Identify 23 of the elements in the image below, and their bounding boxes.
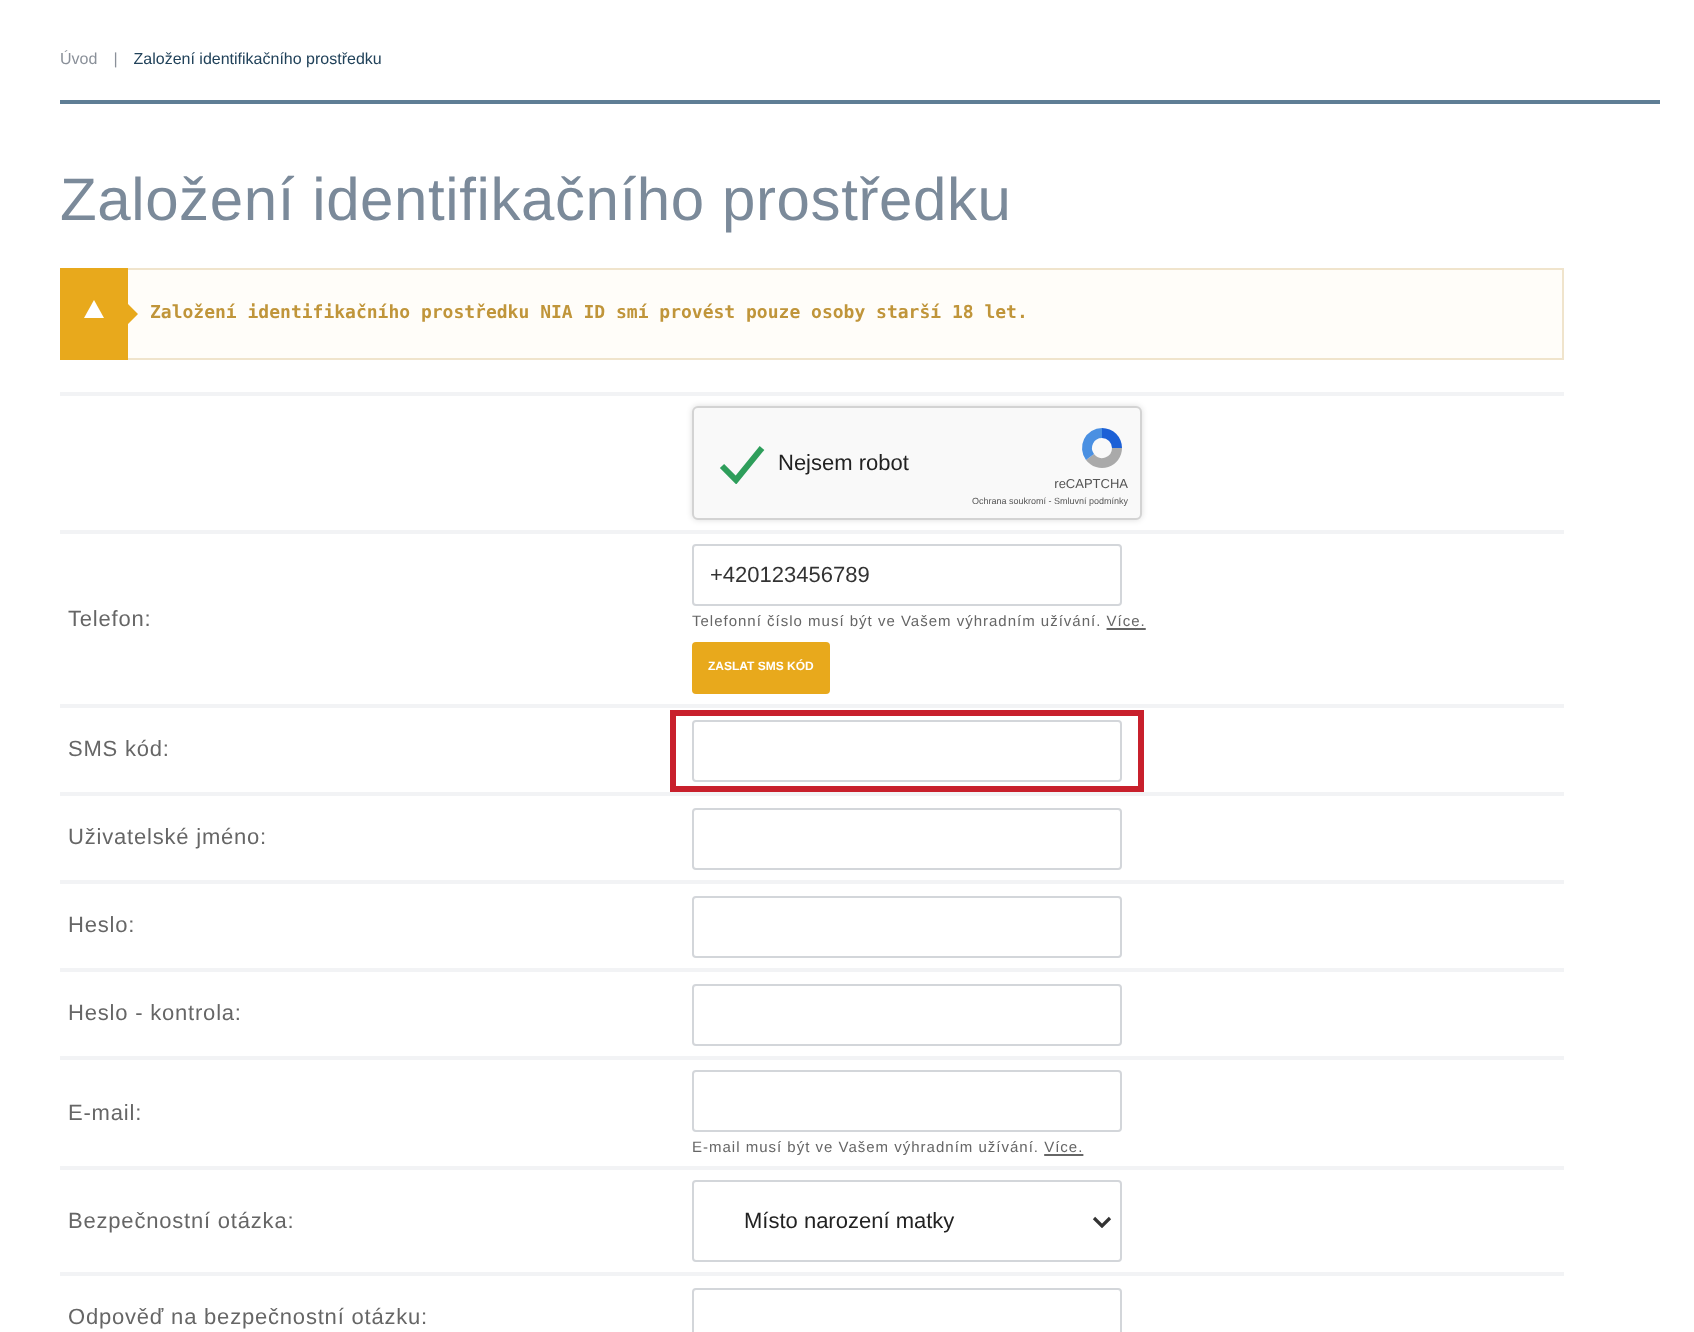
breadcrumb-separator: | bbox=[113, 50, 118, 68]
breadcrumb-link[interactable]: Založení identifikačního prostředku bbox=[133, 50, 382, 68]
field-label: SMS kód: bbox=[68, 738, 172, 762]
field-label: Telefon: bbox=[68, 607, 154, 631]
field-label: Heslo - kontrola: bbox=[68, 1002, 244, 1026]
chevron-down-icon bbox=[1092, 1215, 1112, 1227]
input-field[interactable] bbox=[692, 719, 1122, 781]
field-label: Heslo: bbox=[68, 914, 138, 938]
field-label: E-mail: bbox=[68, 1101, 145, 1125]
checkmark-icon[interactable] bbox=[718, 443, 766, 483]
input-field[interactable] bbox=[692, 1287, 1122, 1332]
field-label: Odpověď na bezpečnostní otázku: bbox=[68, 1306, 430, 1330]
captcha-label: Nejsem robot bbox=[778, 451, 911, 475]
input-field[interactable]: +420123456789 bbox=[692, 544, 1122, 606]
field-label: Uživatelské jméno: bbox=[68, 826, 270, 850]
alert-text: Založení identifikačního prostředku NIA ID smí provést pouze osoby starší 18 let. bbox=[150, 304, 1028, 324]
page-title: Založení identifikačního prostředku bbox=[60, 168, 1014, 236]
input-field[interactable] bbox=[692, 983, 1122, 1045]
input-field[interactable] bbox=[692, 807, 1122, 869]
input-field[interactable] bbox=[692, 895, 1122, 957]
field-label: Bezpečnostní otázka: bbox=[68, 1209, 297, 1233]
input-field[interactable] bbox=[692, 1070, 1122, 1132]
dropdown[interactable]: Místo narození matky bbox=[692, 1180, 1122, 1262]
